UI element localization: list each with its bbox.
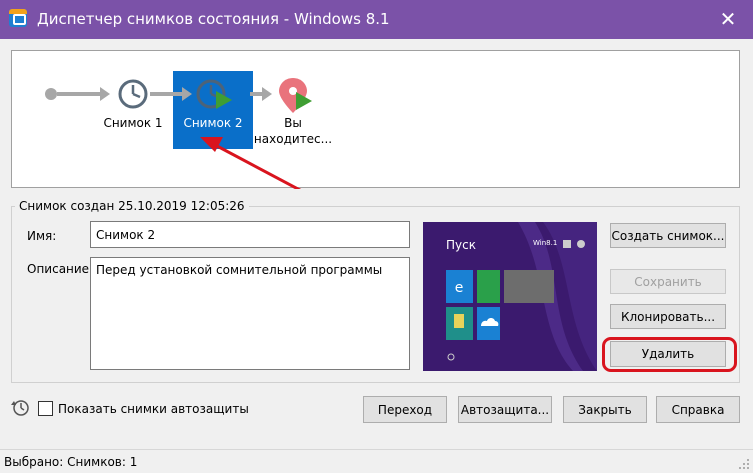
show-autoprotect-label[interactable]: Показать снимки автозащиты xyxy=(58,402,249,416)
timeline-node-label-1[interactable]: Снимок 1 xyxy=(88,115,178,131)
window-title: Диспетчер снимков состояния - Windows 8.… xyxy=(37,10,390,28)
status-bar: Выбрано: Снимков: 1 xyxy=(0,449,753,473)
timeline-node-label-2[interactable]: Снимок 2 xyxy=(168,115,258,131)
clock-play-icon xyxy=(196,79,232,109)
help-button[interactable]: Справка xyxy=(656,396,740,423)
resize-grip-icon[interactable] xyxy=(738,458,750,470)
clone-button[interactable]: Клонировать... xyxy=(610,304,726,329)
title-bar: Диспетчер снимков состояния - Windows 8.… xyxy=(0,0,753,39)
snapshot-timeline: Снимок 1 Снимок 2 Вы находитес... xyxy=(11,50,740,189)
snapshot-preview-thumbnail: e Пуск Win8.1 xyxy=(423,222,597,371)
timeline-connector-3 xyxy=(250,87,272,101)
create-snapshot-button[interactable]: Создать снимок... xyxy=(610,223,726,248)
timeline-connector-2 xyxy=(150,87,192,101)
preview-user-label: Win8.1 xyxy=(533,239,558,247)
clock-icon xyxy=(118,79,148,109)
name-label: Имя: xyxy=(27,229,57,243)
goto-button[interactable]: Переход xyxy=(363,396,447,423)
timeline-node-label-3-line1[interactable]: Вы xyxy=(248,115,338,131)
snapshot-manager-app-icon xyxy=(9,9,27,27)
timeline-node-label-3-line2[interactable]: находитес... xyxy=(248,131,338,147)
history-clock-icon xyxy=(11,400,29,416)
location-pin-icon xyxy=(279,78,312,113)
preview-start-label: Пуск xyxy=(446,238,476,252)
close-button[interactable]: Закрыть xyxy=(563,396,647,423)
snapshot-description-textarea[interactable]: Перед установкой сомнительной программы xyxy=(90,257,410,370)
snapshot-created-label: Снимок создан 25.10.2019 12:05:26 xyxy=(15,199,249,213)
timeline-connector-1 xyxy=(57,87,110,101)
save-button[interactable]: Сохранить xyxy=(610,269,726,294)
description-label: Описание: xyxy=(27,262,94,276)
svg-text:e: e xyxy=(455,280,464,296)
autoprotect-button[interactable]: Автозащита... xyxy=(458,396,552,423)
show-autoprotect-checkbox[interactable] xyxy=(38,401,53,416)
delete-highlight-ring xyxy=(602,337,737,372)
snapshot-name-input[interactable] xyxy=(90,221,410,248)
status-text: Выбрано: Снимков: 1 xyxy=(4,455,138,469)
timeline-root-dot xyxy=(45,88,57,100)
close-window-button[interactable]: ✕ xyxy=(715,6,741,32)
